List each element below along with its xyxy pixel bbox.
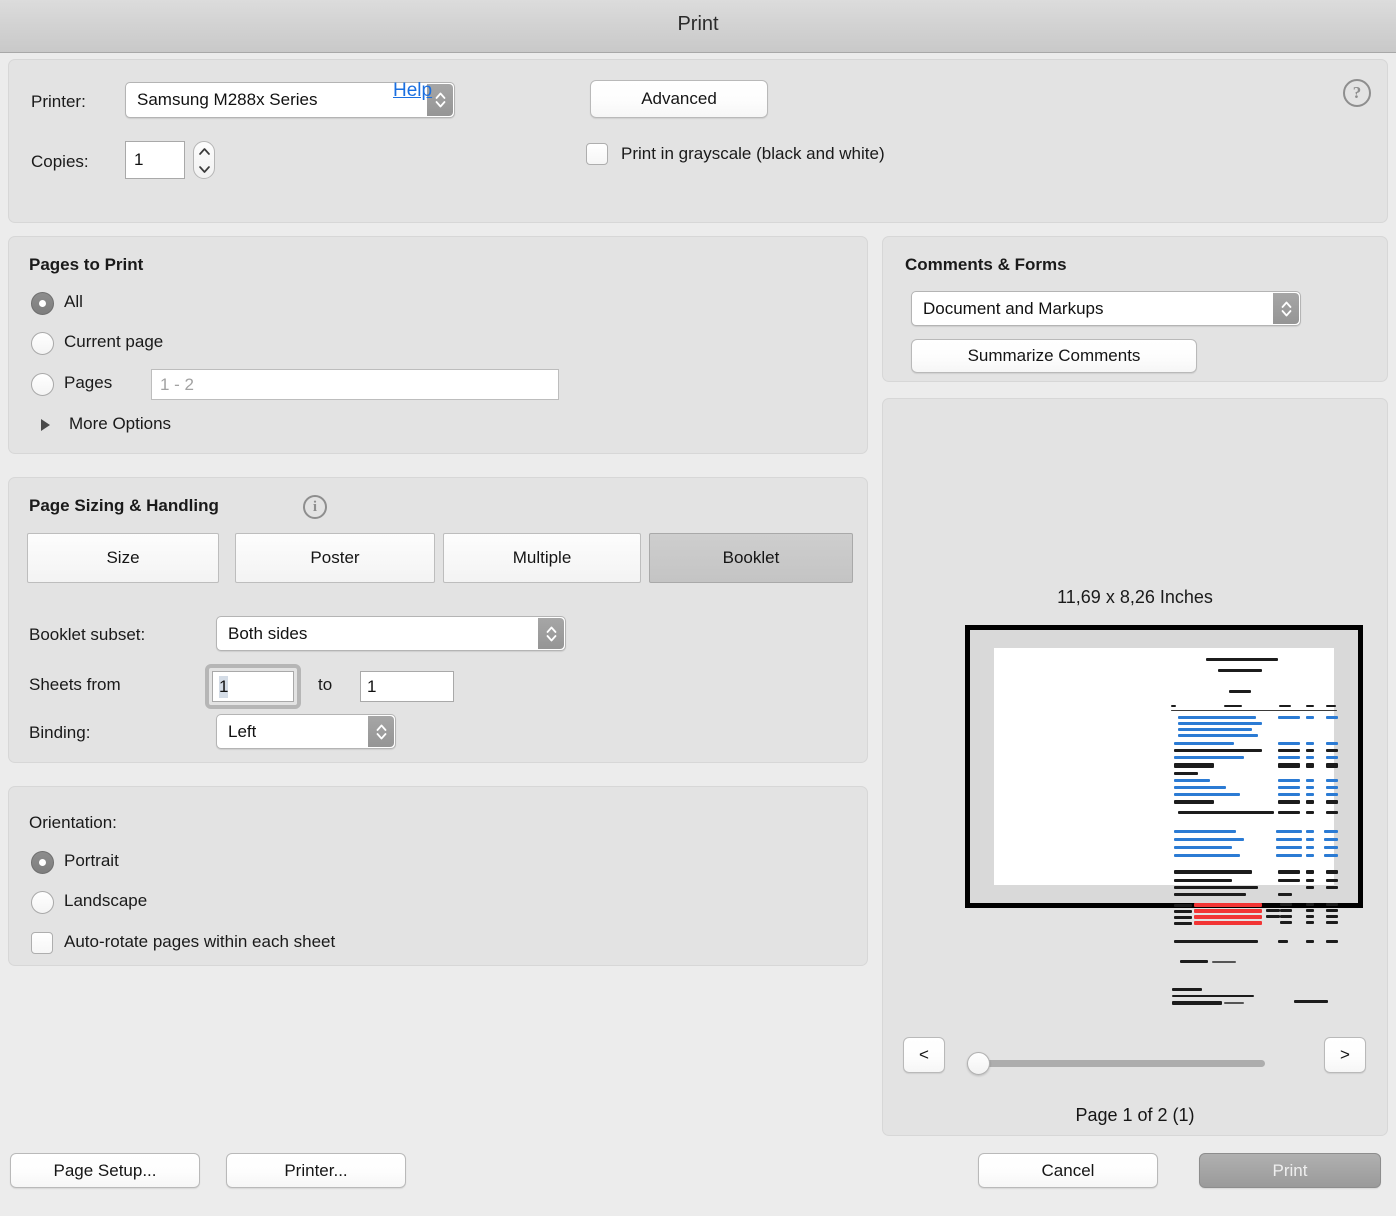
printer-label: Printer: (31, 92, 86, 111)
segment-size[interactable]: Size (27, 533, 219, 583)
next-page-button[interactable]: > (1324, 1037, 1366, 1073)
pages-range-input[interactable]: 1 - 2 (151, 369, 559, 400)
page-preview (965, 625, 1363, 1005)
orientation-panel: Orientation: Portrait Landscape Auto-rot… (8, 786, 868, 966)
printer-select-value: Samsung M288x Series (137, 90, 318, 109)
binding-label: Binding: (29, 723, 91, 742)
comments-forms-title: Comments & Forms (905, 255, 1067, 274)
sheets-from-value: 1 (219, 675, 229, 698)
radio-portrait-label: Portrait (64, 851, 119, 870)
page-sizing-panel: Page Sizing & Handling i Size Poster Mul… (8, 477, 868, 763)
sheets-from-input[interactable]: 1 (212, 671, 294, 702)
radio-landscape-label: Landscape (64, 891, 148, 910)
copies-input[interactable]: 1 (125, 141, 185, 179)
titlebar: Print (0, 0, 1396, 53)
page-counter: Page 1 of 2 (1) (1075, 1105, 1195, 1125)
print-button[interactable]: Print (1199, 1153, 1381, 1188)
page-slider-knob[interactable] (967, 1052, 990, 1075)
pages-to-print-title: Pages to Print (29, 255, 144, 274)
page-slider-track[interactable] (975, 1060, 1265, 1067)
copies-stepper[interactable] (193, 141, 215, 179)
advanced-button[interactable]: Advanced (590, 80, 768, 118)
radio-landscape[interactable] (31, 891, 54, 914)
printer-settings-button[interactable]: Printer... (226, 1153, 406, 1188)
sheets-to-input[interactable]: 1 (360, 671, 454, 702)
more-options-label[interactable]: More Options (69, 414, 171, 434)
radio-pages-label: Pages (64, 373, 113, 392)
previous-page-button[interactable]: < (903, 1037, 945, 1073)
stepper-down-icon (198, 165, 210, 173)
binding-value: Left (228, 721, 257, 741)
orientation-title: Orientation: (29, 813, 117, 832)
radio-all-label: All (64, 292, 83, 311)
auto-rotate-label: Auto-rotate pages within each sheet (64, 932, 336, 951)
paper-size-label: 11,69 x 8,26 Inches (1057, 587, 1213, 607)
booklet-subset-label: Booklet subset: (29, 625, 146, 644)
help-circle-icon[interactable]: ? (1343, 79, 1371, 107)
page-title: Print (677, 13, 719, 35)
radio-all[interactable] (31, 292, 54, 315)
comments-forms-panel: Comments & Forms Document and Markups Su… (882, 236, 1388, 382)
chevron-updown-icon (538, 618, 564, 649)
page-setup-button[interactable]: Page Setup... (10, 1153, 200, 1188)
radio-current-page-label: Current page (64, 332, 164, 351)
radio-portrait[interactable] (31, 851, 54, 874)
sheets-from-label: Sheets from (29, 675, 121, 694)
comments-forms-select[interactable]: Document and Markups (911, 291, 1301, 326)
booklet-subset-value: Both sides (228, 623, 308, 643)
cancel-button[interactable]: Cancel (978, 1153, 1158, 1188)
copies-label: Copies: (31, 152, 89, 171)
grayscale-label: Print in grayscale (black and white) (621, 144, 885, 163)
sheets-to-label: to (318, 675, 333, 694)
summarize-comments-button[interactable]: Summarize Comments (911, 339, 1197, 373)
stepper-up-icon (198, 147, 210, 155)
segment-booklet[interactable]: Booklet (649, 533, 853, 583)
grayscale-checkbox[interactable] (586, 143, 608, 165)
radio-current-page[interactable] (31, 332, 54, 355)
chevron-updown-icon (368, 716, 394, 747)
info-icon[interactable]: i (303, 495, 327, 519)
page-sizing-title: Page Sizing & Handling (29, 496, 219, 515)
preview-panel: 11,69 x 8,26 Inches < > Page 1 of 2 (1) (882, 398, 1388, 1136)
help-link[interactable]: Help (393, 80, 432, 102)
page-preview-sheet (994, 648, 1338, 1005)
printer-panel: Printer: Samsung M288x Series Advanced H… (8, 59, 1388, 223)
print-dialog: Print Printer: Samsung M288x Series Adva… (0, 0, 1396, 1216)
chevron-updown-icon (1273, 293, 1299, 324)
comments-forms-value: Document and Markups (923, 298, 1104, 318)
disclosure-triangle-icon[interactable] (41, 419, 50, 431)
pages-to-print-panel: Pages to Print All Current page Pages 1 … (8, 236, 868, 454)
binding-select[interactable]: Left (216, 714, 396, 749)
radio-pages[interactable] (31, 373, 54, 396)
segment-poster[interactable]: Poster (235, 533, 435, 583)
segment-multiple[interactable]: Multiple (443, 533, 641, 583)
booklet-subset-select[interactable]: Both sides (216, 616, 566, 651)
auto-rotate-checkbox[interactable] (31, 932, 53, 954)
